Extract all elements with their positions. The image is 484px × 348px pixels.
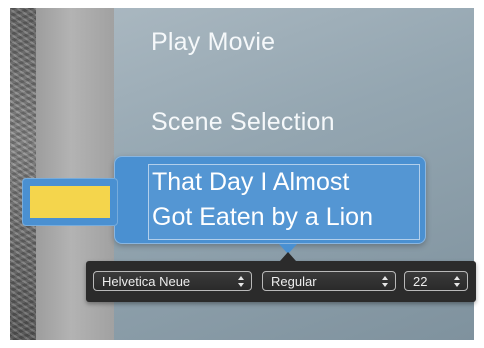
up-down-arrows-icon: [382, 276, 388, 287]
menu-item-play-movie[interactable]: Play Movie: [151, 28, 275, 57]
button-highlight-swatch[interactable]: [22, 178, 118, 226]
font-style-popup[interactable]: Regular: [262, 271, 396, 291]
font-family-popup[interactable]: Helvetica Neue: [93, 271, 252, 291]
yellow-highlight-swatch: [30, 186, 110, 218]
selected-title-line-1: That Day I Almost: [152, 168, 350, 196]
font-style-label: Regular: [271, 274, 317, 289]
menu-item-scene-selection[interactable]: Scene Selection: [151, 108, 335, 137]
background-photo: [10, 8, 36, 340]
up-down-arrows-icon: [238, 276, 244, 287]
font-size-label: 22: [413, 274, 428, 289]
toolbar-pointer: [280, 252, 296, 261]
selected-title-line-2: Got Eaten by a Lion: [152, 203, 373, 231]
up-down-arrows-icon: [454, 276, 460, 287]
font-size-popup[interactable]: 22: [404, 271, 468, 291]
font-family-label: Helvetica Neue: [102, 274, 191, 289]
